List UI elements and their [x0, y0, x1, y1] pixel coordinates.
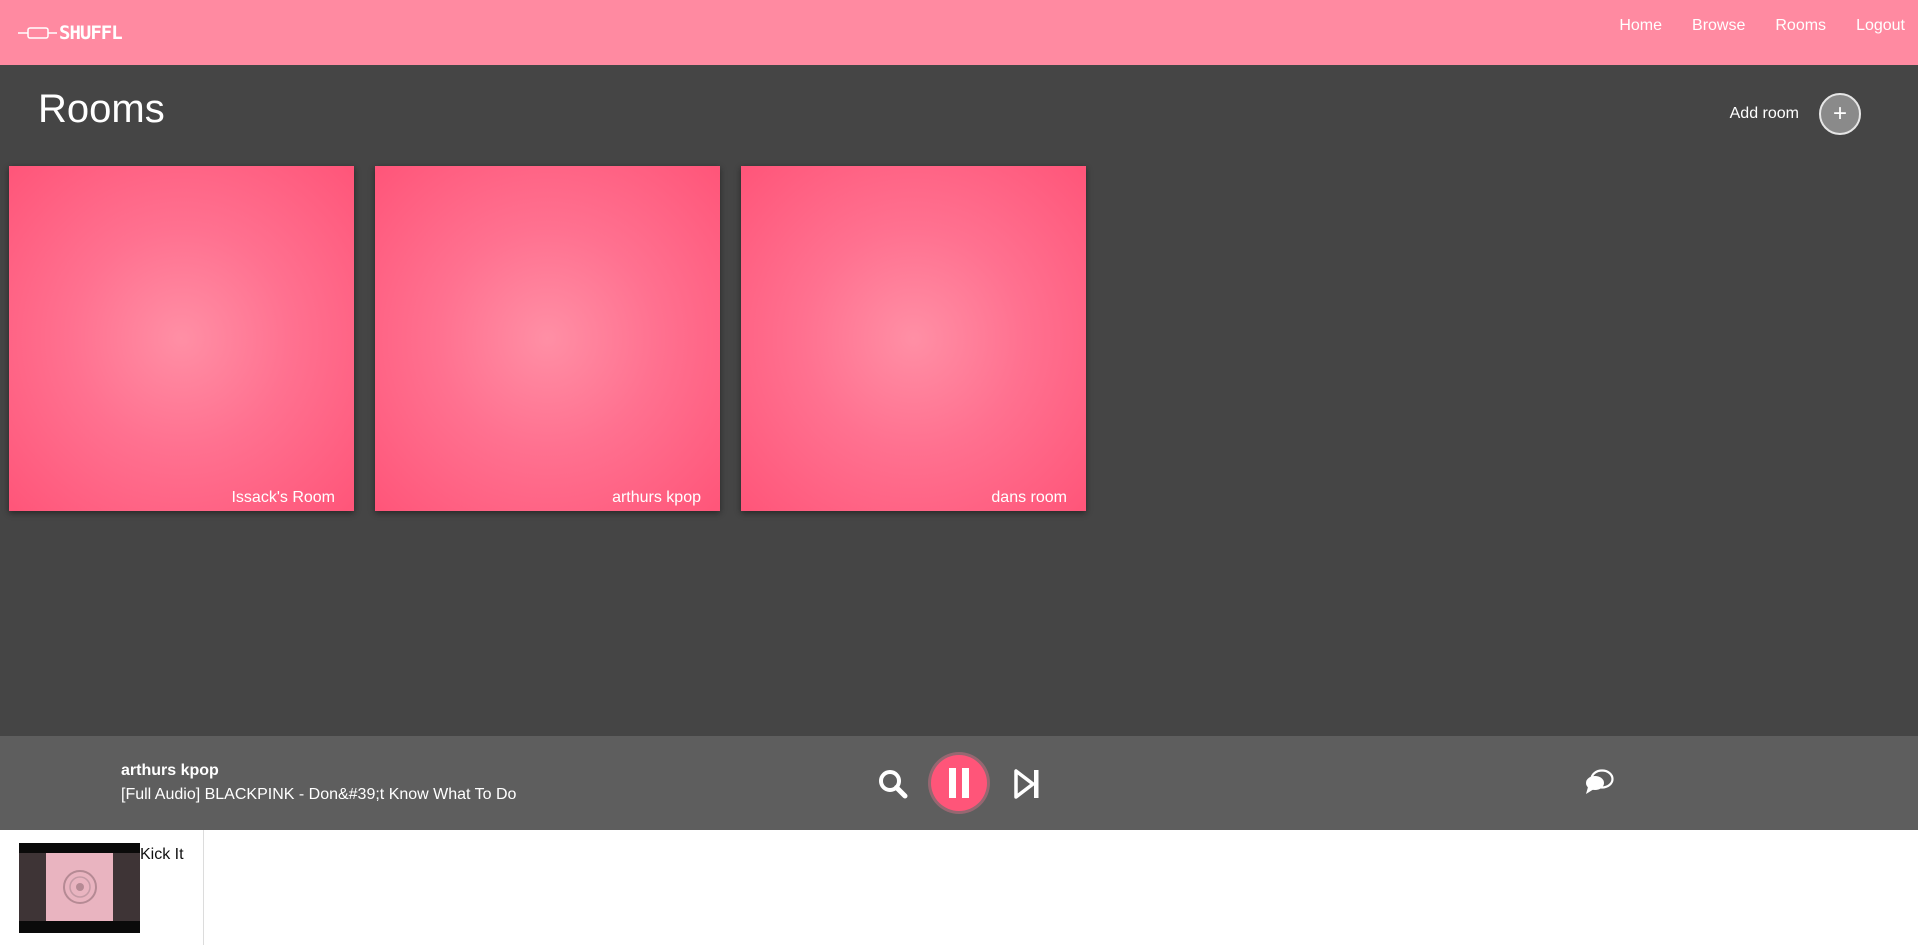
chat-icon: [1586, 769, 1614, 794]
plug-logo-icon: [18, 27, 57, 39]
main-nav: Home Browse Rooms Logout: [1589, 17, 1905, 35]
logo-text: SHUFFL: [59, 22, 123, 44]
add-room-label[interactable]: Add room: [1730, 105, 1799, 123]
now-playing-room: arthurs kpop: [121, 762, 219, 779]
add-room-button[interactable]: +: [1819, 93, 1861, 135]
room-grid: Issack's Room arthurs kpop dans room: [9, 166, 1107, 511]
queue-list: Kick It: [0, 830, 1918, 945]
add-room-control[interactable]: Add room +: [1730, 93, 1861, 135]
pause-icon: [949, 768, 969, 798]
search-button[interactable]: [877, 768, 909, 805]
nav-home[interactable]: Home: [1619, 17, 1662, 35]
shuffl-logo[interactable]: SHUFFL: [18, 18, 123, 48]
room-name: Issack's Room: [231, 489, 335, 506]
queue-item-title: Kick It: [140, 846, 184, 863]
room-name: arthurs kpop: [612, 489, 701, 506]
player-bar: arthurs kpop [Full Audio] BLACKPINK - Do…: [0, 736, 1918, 830]
album-thumbnail: [19, 843, 140, 933]
chat-button[interactable]: [1584, 768, 1614, 801]
room-card[interactable]: Issack's Room: [9, 166, 354, 511]
album-art-icon: [62, 870, 97, 904]
room-name: dans room: [991, 489, 1067, 506]
room-card[interactable]: arthurs kpop: [375, 166, 720, 511]
queue-item[interactable]: Kick It: [0, 830, 204, 945]
search-icon: [879, 770, 908, 799]
page-title: Rooms: [38, 87, 165, 131]
nav-browse[interactable]: Browse: [1692, 17, 1745, 35]
top-nav-bar: SHUFFL Home Browse Rooms Logout: [0, 0, 1918, 65]
skip-next-icon: [1014, 769, 1039, 799]
nav-rooms[interactable]: Rooms: [1775, 17, 1826, 35]
plus-icon: +: [1832, 100, 1847, 127]
rooms-page: Rooms Add room + Issack's Room arthurs k…: [0, 65, 1918, 736]
room-card[interactable]: dans room: [741, 166, 1086, 511]
now-playing-track: [Full Audio] BLACKPINK - Don&#39;t Know …: [121, 786, 517, 803]
nav-logout[interactable]: Logout: [1856, 17, 1905, 35]
pause-button[interactable]: [931, 755, 987, 811]
skip-next-button[interactable]: [1013, 768, 1041, 805]
